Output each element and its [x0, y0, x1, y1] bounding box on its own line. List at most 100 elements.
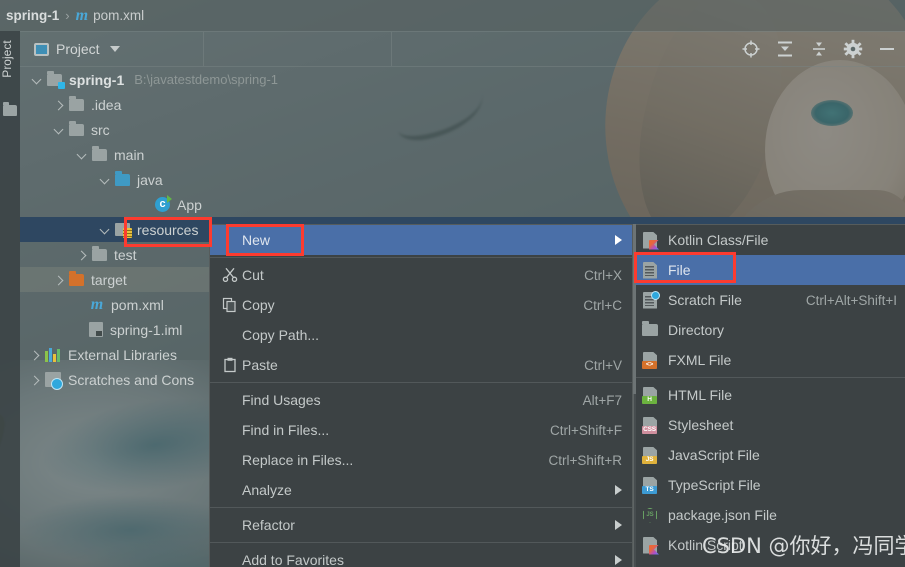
submenu-item-kotlin-worksheet[interactable]: Kotlin Worksheet: [634, 560, 905, 567]
submenu-item-directory[interactable]: Directory: [634, 315, 905, 345]
copy-icon: [222, 297, 242, 313]
chevron-right-icon[interactable]: [52, 273, 66, 287]
gear-icon[interactable]: [843, 39, 863, 59]
breadcrumb: spring-1 › m pom.xml: [0, 0, 905, 31]
tree-label: target: [91, 271, 127, 288]
submenu-item-label: Directory: [668, 322, 725, 338]
chevron-right-icon[interactable]: [28, 348, 42, 362]
chevron-right-icon[interactable]: [28, 373, 42, 387]
fxml-file-icon: <>: [642, 351, 668, 369]
chevron-down-icon[interactable]: [75, 148, 89, 162]
menu-item-label: Paste: [242, 357, 278, 373]
chevron-right-icon: [615, 235, 622, 245]
stripe-button-project[interactable]: Project: [0, 31, 20, 87]
maven-icon: m: [75, 6, 89, 24]
tree-row-spring-1[interactable]: spring-1 B:\javatestdemo\spring-1: [20, 67, 905, 92]
menu-item-copy-path[interactable]: Copy Path...: [210, 320, 632, 350]
submenu-item-label: FXML File: [668, 352, 732, 368]
menu-item-cut[interactable]: Cut Ctrl+X: [210, 260, 632, 290]
menu-separator: [210, 542, 632, 543]
libraries-icon: [45, 347, 61, 362]
submenu-item-typescript-file[interactable]: TS TypeScript File: [634, 470, 905, 500]
submenu-item-kotlin-class-file[interactable]: Kotlin Class/File: [634, 225, 905, 255]
menu-item-analyze[interactable]: Analyze: [210, 475, 632, 505]
menu-item-label: Find Usages: [242, 392, 321, 408]
project-panel-header: Project: [20, 31, 905, 67]
tree-label: test: [114, 246, 137, 263]
new-submenu: Kotlin Class/File File Scratch File Ctrl…: [633, 224, 905, 567]
submenu-item-shortcut: Ctrl+Alt+Shift+I: [805, 292, 897, 308]
menu-item-copy[interactable]: Copy Ctrl+C: [210, 290, 632, 320]
tool-window-stripe-left: Project: [0, 31, 20, 567]
class-icon: [155, 195, 172, 212]
menu-item-find-in-files[interactable]: Find in Files... Ctrl+Shift+F: [210, 415, 632, 445]
breadcrumb-file[interactable]: pom.xml: [93, 8, 144, 23]
locate-in-tree-icon[interactable]: [741, 39, 761, 59]
tree-label: src: [91, 121, 110, 138]
submenu-scrollbar[interactable]: [633, 224, 636, 567]
folder-icon: [92, 245, 107, 261]
submenu-item-file[interactable]: File: [634, 255, 905, 285]
menu-item-find-usages[interactable]: Find Usages Alt+F7: [210, 385, 632, 415]
menu-separator: [210, 382, 632, 383]
chevron-right-icon: [615, 520, 622, 530]
chevron-down-icon[interactable]: [98, 223, 112, 237]
chevron-down-icon[interactable]: [52, 123, 66, 137]
submenu-item-javascript-file[interactable]: JS JavaScript File: [634, 440, 905, 470]
tree-label: spring-1.iml: [110, 321, 183, 338]
menu-item-refactor[interactable]: Refactor: [210, 510, 632, 540]
menu-item-paste[interactable]: Paste Ctrl+V: [210, 350, 632, 380]
menu-item-label: Add to Favorites: [242, 552, 344, 567]
chevron-right-icon[interactable]: [75, 248, 89, 262]
tree-row-idea[interactable]: .idea: [20, 92, 905, 117]
menu-separator: [210, 507, 632, 508]
chevron-down-icon[interactable]: [98, 173, 112, 187]
kotlin-file-icon: [642, 231, 668, 250]
submenu-item-stylesheet[interactable]: CSS Stylesheet: [634, 410, 905, 440]
project-icon: [34, 42, 49, 56]
directory-icon: [642, 320, 668, 339]
tree-row-src[interactable]: src: [20, 117, 905, 142]
iml-file-icon: [89, 322, 103, 337]
chevron-right-icon[interactable]: [52, 98, 66, 112]
tree-row-main[interactable]: main: [20, 142, 905, 167]
tree-label: App: [177, 196, 202, 213]
ts-file-icon: TS: [642, 476, 668, 494]
submenu-item-label: HTML File: [668, 387, 733, 403]
js-file-icon: JS: [642, 446, 668, 464]
chevron-down-icon[interactable]: [30, 73, 44, 87]
submenu-item-html-file[interactable]: H HTML File: [634, 380, 905, 410]
tree-label: resources: [137, 221, 199, 238]
chevron-right-icon: [615, 485, 622, 495]
chevron-down-icon[interactable]: [109, 46, 120, 52]
tab-project[interactable]: Project: [20, 32, 204, 66]
menu-item-label: Find in Files...: [242, 422, 330, 438]
collapse-all-icon[interactable]: [809, 39, 829, 59]
menu-item-shortcut: Ctrl+C: [583, 297, 622, 313]
file-icon: [642, 261, 668, 279]
tree-label: spring-1: [69, 71, 125, 88]
tree-row-app[interactable]: App: [20, 192, 905, 217]
submenu-item-fxml-file[interactable]: <> FXML File: [634, 345, 905, 375]
submenu-item-scratch-file[interactable]: Scratch File Ctrl+Alt+Shift+I: [634, 285, 905, 315]
submenu-item-label: Scratch File: [668, 292, 742, 308]
tree-row-java[interactable]: java: [20, 167, 905, 192]
hide-icon[interactable]: [877, 39, 897, 59]
html-file-icon: H: [642, 386, 668, 404]
expand-all-icon[interactable]: [775, 39, 795, 59]
tree-label: main: [114, 146, 145, 163]
menu-item-replace-in-files[interactable]: Replace in Files... Ctrl+Shift+R: [210, 445, 632, 475]
folder-icon: [3, 102, 17, 116]
submenu-item-package-json-file[interactable]: JS package.json File: [634, 500, 905, 530]
scratches-icon: [45, 372, 63, 390]
menu-item-new[interactable]: New: [210, 225, 632, 255]
breadcrumb-separator: ›: [65, 8, 70, 23]
breadcrumb-project[interactable]: spring-1: [6, 8, 59, 23]
submenu-item-label: TypeScript File: [668, 477, 761, 493]
submenu-item-label: File: [668, 262, 691, 278]
source-folder-icon: [115, 170, 130, 186]
menu-item-shortcut: Ctrl+X: [584, 267, 622, 283]
menu-item-add-to-favorites[interactable]: Add to Favorites: [210, 545, 632, 567]
